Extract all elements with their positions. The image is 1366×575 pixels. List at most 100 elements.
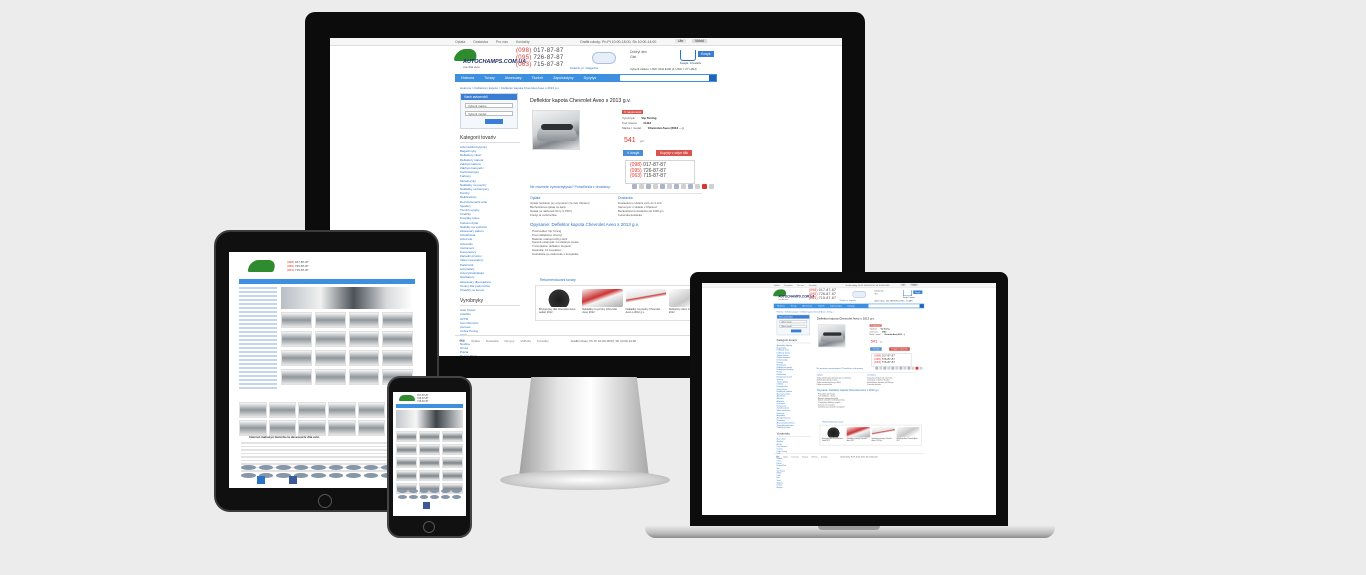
language-switch[interactable]: Ukr [675, 39, 687, 43]
site-logo[interactable]: AUTOCHAMPS.COM.UA vse dlia avto [772, 289, 815, 301]
social-icon[interactable] [915, 366, 919, 370]
footer-link[interactable]: Stati [776, 456, 779, 459]
footer-link[interactable]: Dostavka [791, 456, 798, 459]
top-link[interactable]: Oplata [455, 40, 465, 44]
brand-logo-icon[interactable] [328, 465, 343, 470]
callback-icon[interactable] [852, 291, 867, 298]
social-icon[interactable] [883, 366, 887, 370]
phone-product-card[interactable] [442, 457, 463, 468]
top-link[interactable]: Dostavka [473, 40, 488, 44]
search-input[interactable] [620, 75, 712, 81]
brand-select[interactable]: Vyberit marku [779, 320, 808, 324]
brand-logo-icon[interactable] [328, 473, 343, 478]
tablet-sidebar-line[interactable] [239, 343, 277, 345]
footer-link[interactable]: Kontakty [821, 456, 828, 459]
footer-link[interactable]: Oplata [471, 339, 480, 344]
social-icon[interactable] [709, 184, 714, 189]
phone-product-card[interactable] [396, 431, 417, 442]
social-icon[interactable] [887, 366, 891, 370]
top-link[interactable]: Kontakty [516, 40, 530, 44]
related-item[interactable]: Bryzgovyky dlia Chevrolet Aveo sedan 201… [821, 427, 846, 443]
nav-item[interactable]: Tiuninh [818, 305, 825, 307]
tablet-sidebar-line[interactable] [239, 287, 277, 289]
tablet-product-card[interactable] [348, 369, 380, 385]
brand-logo-icon[interactable] [452, 495, 461, 499]
category-link[interactable]: Chekhly na kermo [777, 426, 811, 428]
brand-logo-icon[interactable] [311, 465, 326, 470]
tablet-product-card[interactable] [382, 350, 413, 366]
social-icon[interactable] [895, 366, 899, 370]
phone-nav[interactable] [396, 404, 463, 408]
footer-link[interactable]: Stati [459, 339, 465, 344]
brand-logo-icon[interactable] [452, 489, 461, 493]
brand-logo-icon[interactable] [346, 473, 361, 478]
tablet-product-card[interactable] [268, 402, 297, 418]
social-icon[interactable] [702, 184, 707, 189]
search-icon[interactable] [919, 304, 924, 308]
nav-item[interactable]: Holovna [777, 305, 785, 307]
brand-logo-icon[interactable] [441, 489, 451, 493]
brand-logo-icon[interactable] [346, 465, 361, 470]
phone-product-card[interactable] [442, 431, 463, 442]
footer-link[interactable]: Oplata [783, 456, 788, 459]
product-image[interactable] [532, 110, 580, 150]
nav-item[interactable]: Aksesuary [505, 76, 522, 80]
tablet-product-card[interactable] [239, 420, 267, 436]
social-icon[interactable] [903, 366, 907, 370]
top-link[interactable]: Pro nas [496, 40, 508, 44]
tablet-sidebar-line[interactable] [239, 383, 277, 385]
brand-logo-icon[interactable] [276, 465, 291, 470]
product-image[interactable] [817, 324, 846, 348]
nav-item[interactable]: Dyvytys [848, 305, 855, 307]
address-link[interactable]: Kharkiv, pr. Gagarina [570, 66, 598, 70]
brand-logo-icon[interactable] [363, 473, 378, 478]
car-logo-icon[interactable] [247, 260, 277, 272]
top-link[interactable]: Dostavka [784, 284, 792, 286]
manufacturer-link[interactable]: Elegant [777, 486, 811, 488]
vk-icon[interactable] [257, 476, 265, 484]
social-icon[interactable] [674, 184, 679, 189]
nav-item[interactable]: Tovary [484, 76, 495, 80]
phone-product-card[interactable] [419, 444, 440, 455]
tablet-product-card[interactable] [314, 312, 346, 328]
social-icon[interactable] [911, 366, 915, 370]
brand-logo-icon[interactable] [241, 465, 256, 470]
tablet-sidebar-line[interactable] [239, 311, 277, 313]
tablet-product-card[interactable] [314, 369, 346, 385]
brand-logo-icon[interactable] [241, 473, 256, 478]
tablet-product-card[interactable] [281, 312, 312, 328]
social-icon[interactable] [919, 366, 923, 370]
footer-link[interactable]: Dostavka [486, 339, 499, 344]
add-to-cart-button[interactable]: V kosyk [623, 150, 644, 156]
tablet-sidebar-line[interactable] [239, 347, 277, 349]
brand-logo-icon[interactable] [293, 465, 308, 470]
social-icon[interactable] [653, 184, 658, 189]
social-icon[interactable] [875, 366, 879, 370]
tablet-sidebar-line[interactable] [239, 375, 277, 377]
tablet-product-card[interactable] [298, 402, 326, 418]
social-icon[interactable] [695, 184, 700, 189]
tablet-product-card[interactable] [298, 420, 326, 436]
tablet-sidebar-line[interactable] [239, 315, 277, 317]
car-logo-icon[interactable] [399, 395, 415, 401]
brand-logo-icon[interactable] [408, 495, 418, 499]
tablet-product-card[interactable] [314, 350, 346, 366]
tablet-product-card[interactable] [239, 402, 267, 418]
model-select[interactable]: Vyberit model [465, 111, 513, 116]
brand-select[interactable]: Vyberit marku [465, 103, 513, 108]
currency-selector[interactable]: Vyberit valiutu: USD UAH EUR (1 USD = 27… [874, 300, 912, 302]
footer-link[interactable]: Vidhuky [520, 339, 531, 344]
social-icon[interactable] [681, 184, 686, 189]
tablet-product-card[interactable] [281, 350, 312, 366]
social-icon[interactable] [639, 184, 644, 189]
related-item[interactable]: Nakladky na porohy Chevrolet Aveo 2012 [846, 427, 870, 443]
model-select[interactable]: Vyberit model [779, 324, 808, 328]
tablet-sidebar-line[interactable] [239, 363, 277, 365]
tablet-sidebar-line[interactable] [239, 359, 277, 361]
top-link[interactable]: Oplata [774, 284, 780, 286]
cart-button[interactable]: Kosyk [913, 290, 923, 294]
top-link[interactable]: Kontakty [809, 284, 817, 286]
footer-link[interactable]: Novyny [802, 456, 808, 459]
nav-item[interactable]: Aksesuary [802, 305, 812, 307]
tablet-product-card[interactable] [348, 350, 380, 366]
